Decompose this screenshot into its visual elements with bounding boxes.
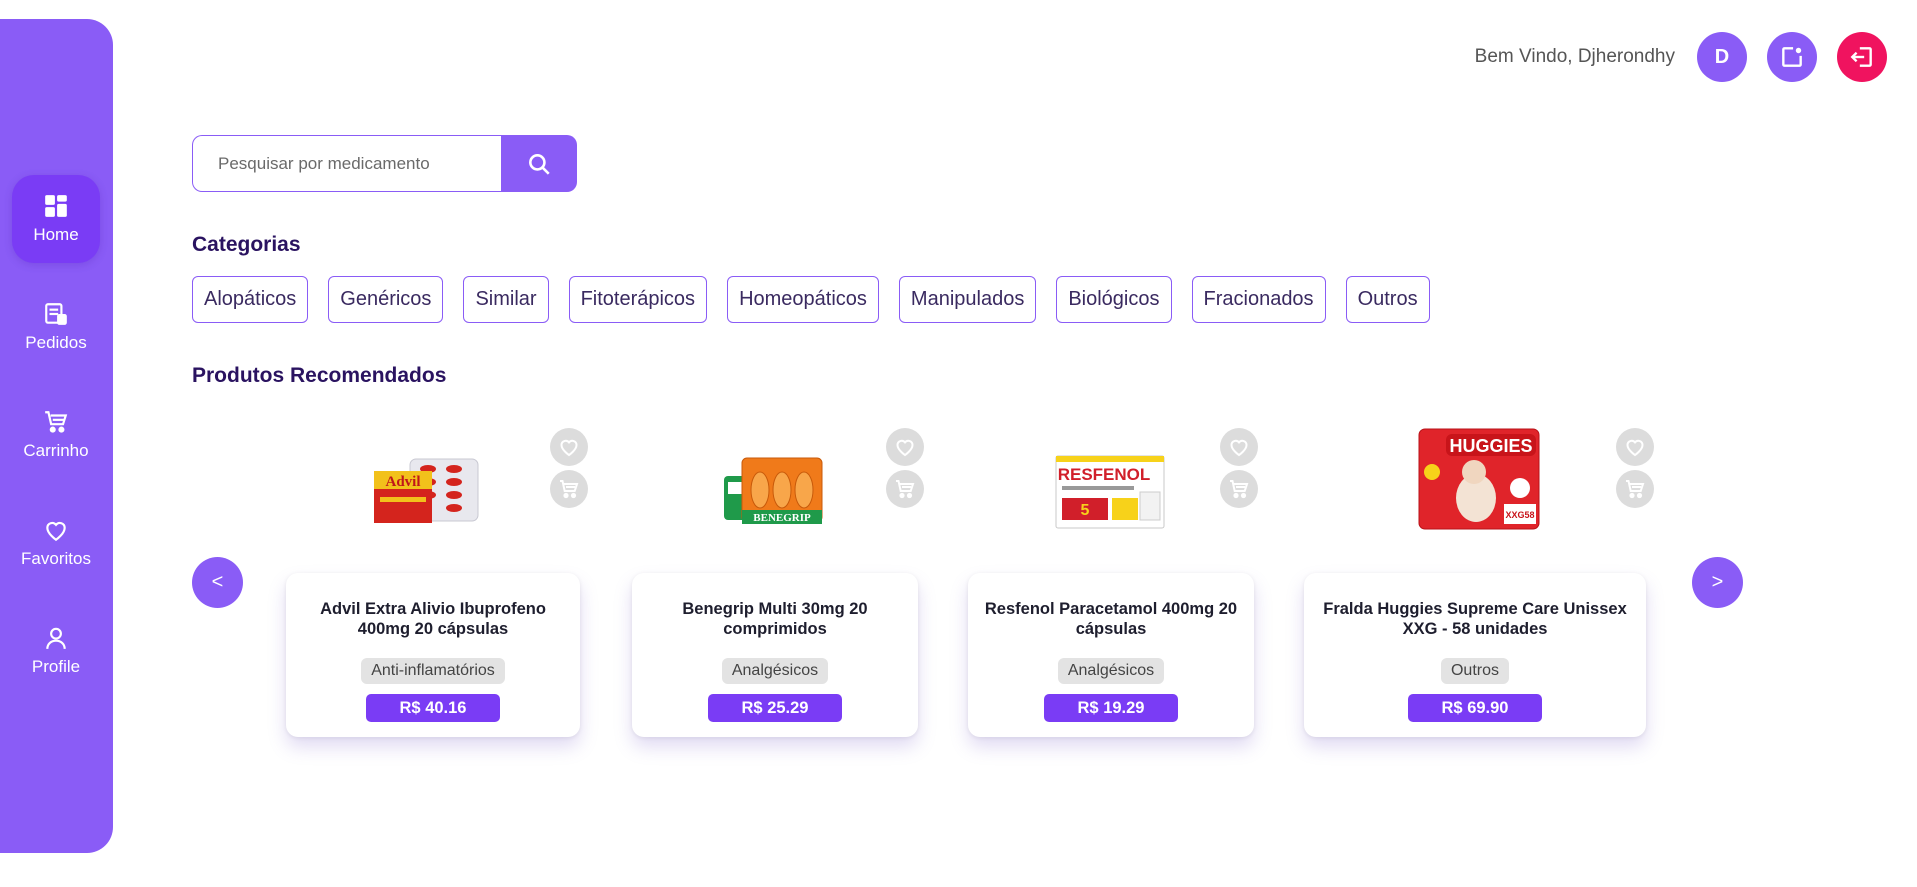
- cart-icon: [1230, 480, 1249, 499]
- categories-title: Categorias: [192, 233, 301, 256]
- product-card[interactable]: Resfenol Paracetamol 400mg 20 cápsulas A…: [968, 573, 1254, 737]
- product-image: HUGGIES XXG58: [1418, 428, 1540, 530]
- product-image: Advil: [374, 458, 479, 523]
- sidebar-item-label: Pedidos: [25, 333, 87, 352]
- favorite-button[interactable]: [886, 428, 924, 466]
- add-to-cart-button[interactable]: [886, 470, 924, 508]
- sidebar-item-favoritos[interactable]: Favoritos: [12, 499, 100, 587]
- sidebar-item-home[interactable]: Home: [12, 175, 100, 263]
- product-brand: HUGGIES: [1449, 436, 1532, 456]
- product-category-badge: Analgésicos: [721, 658, 829, 684]
- product-name: Resfenol Paracetamol 400mg 20 cápsulas: [984, 600, 1238, 638]
- product-card[interactable]: Fralda Huggies Supreme Care Unissex XXG …: [1304, 573, 1646, 737]
- cart-icon: [560, 480, 579, 499]
- product-price: R$ 25.29: [708, 694, 842, 722]
- category-chip[interactable]: Fitoterápicos: [568, 276, 708, 323]
- search-input[interactable]: [192, 135, 501, 192]
- carousel-next-button[interactable]: >: [1692, 557, 1743, 608]
- product-price: R$ 40.16: [366, 694, 500, 722]
- add-to-cart-button[interactable]: [550, 470, 588, 508]
- favorite-button[interactable]: [1220, 428, 1258, 466]
- category-chip[interactable]: Similar: [463, 276, 549, 323]
- edit-button[interactable]: [1767, 32, 1817, 82]
- receipt-icon: [45, 303, 67, 325]
- products-title: Produtos Recomendados: [192, 364, 447, 387]
- sidebar-item-label: Profile: [31, 657, 81, 676]
- grid-icon: [45, 195, 67, 217]
- product-name: Benegrip Multi 30mg 20 comprimidos: [682, 600, 868, 638]
- favorite-button[interactable]: [550, 428, 588, 466]
- sidebar-item-carrinho[interactable]: Carrinho: [12, 391, 100, 479]
- sidebar-item-label: Home: [33, 225, 79, 244]
- product-brand: BENEGRIP: [753, 512, 811, 524]
- product-image: RESFENOL 5: [1055, 455, 1165, 529]
- product-category-badge: Analgésicos: [1057, 658, 1165, 684]
- svg-text:5: 5: [1081, 502, 1090, 519]
- product-image: BENEGRIP: [724, 457, 823, 524]
- heart-icon: [896, 439, 914, 457]
- welcome-text: Bem Vindo, Djherondhy: [1474, 46, 1675, 67]
- product-category-badge: Outros: [1440, 658, 1509, 684]
- cart-icon: [896, 480, 915, 499]
- logout-button[interactable]: [1837, 32, 1887, 82]
- add-to-cart-button[interactable]: [1616, 470, 1654, 508]
- product-price: R$ 19.29: [1044, 694, 1178, 722]
- heart-icon: [1230, 439, 1248, 457]
- category-chip[interactable]: Homeopáticos: [727, 276, 879, 323]
- cart-icon: [45, 411, 68, 433]
- add-to-cart-button[interactable]: [1220, 470, 1258, 508]
- sidebar-item-label: Favoritos: [21, 549, 91, 568]
- search-button[interactable]: [501, 135, 577, 192]
- search-bar: [192, 135, 577, 192]
- avatar[interactable]: D: [1697, 32, 1747, 82]
- favorite-button[interactable]: [1616, 428, 1654, 466]
- carousel-prev-button[interactable]: <: [192, 557, 243, 608]
- product-price: R$ 69.90: [1408, 694, 1542, 722]
- top-header: Bem Vindo, Djherondhy D: [1475, 32, 1887, 82]
- avatar-initial: D: [1714, 45, 1730, 68]
- category-chip[interactable]: Genéricos: [328, 276, 444, 323]
- heart-icon: [560, 439, 578, 457]
- category-chip[interactable]: Manipulados: [898, 276, 1037, 323]
- product-brand: RESFENOL: [1058, 465, 1151, 484]
- heart-icon: [46, 521, 66, 542]
- heart-icon: [1626, 439, 1644, 457]
- sidebar-item-profile[interactable]: Profile: [12, 607, 100, 695]
- category-chip[interactable]: Fracionados: [1191, 276, 1326, 323]
- logout-icon: [1850, 47, 1872, 67]
- category-chip[interactable]: Alopáticos: [192, 276, 309, 323]
- edit-icon: [1782, 47, 1802, 67]
- sidebar: Home Pedidos Carrinho Favoritos Profile: [0, 19, 113, 853]
- product-card[interactable]: Advil Extra Alivio Ibuprofeno 400mg 20 c…: [286, 573, 580, 737]
- user-icon: [46, 627, 66, 649]
- svg-text:XXG58: XXG58: [1505, 510, 1534, 520]
- product-name: Advil Extra Alivio Ibuprofeno 400mg 20 c…: [320, 600, 546, 638]
- category-list: Alopáticos Genéricos Similar Fitoterápic…: [192, 276, 1450, 323]
- product-card[interactable]: Benegrip Multi 30mg 20 comprimidos Analg…: [632, 573, 918, 737]
- product-brand: Advil: [385, 474, 420, 490]
- sidebar-item-pedidos[interactable]: Pedidos: [12, 283, 100, 371]
- sidebar-item-label: Carrinho: [23, 441, 89, 460]
- category-chip[interactable]: Outros: [1345, 276, 1430, 323]
- product-name: Fralda Huggies Supreme Care Unissex XXG …: [1323, 600, 1627, 638]
- search-icon: [529, 153, 550, 175]
- category-chip[interactable]: Biológicos: [1056, 276, 1172, 323]
- product-category-badge: Anti-inflamatórios: [361, 658, 505, 684]
- cart-icon: [1626, 480, 1645, 499]
